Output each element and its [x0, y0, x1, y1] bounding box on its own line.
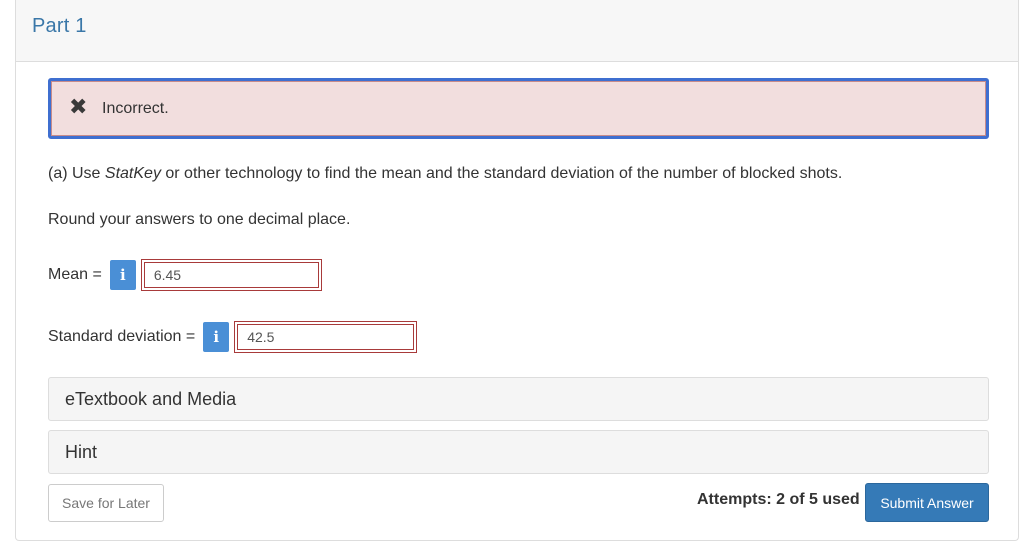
question-suffix: or other technology to find the mean and…: [160, 165, 843, 182]
mean-label: Mean =: [48, 266, 102, 283]
incorrect-alert: ✖ Incorrect.: [48, 78, 989, 139]
mean-field-row: Mean = i: [48, 258, 322, 292]
question-card: Part 1 ✖ Incorrect. (a) Use StatKey or o…: [15, 0, 1019, 541]
sd-input[interactable]: [234, 321, 418, 353]
alert-text: Incorrect.: [102, 100, 169, 117]
info-icon[interactable]: i: [109, 260, 136, 290]
question-prefix: (a) Use: [48, 165, 105, 182]
mean-input[interactable]: [140, 259, 322, 291]
hint-label: Hint: [65, 442, 98, 462]
card-header: Part 1: [16, 0, 1018, 62]
close-icon: ✖: [69, 94, 88, 119]
sd-label: Standard deviation =: [48, 328, 196, 345]
rounding-instruction: Round your answers to one decimal place.: [48, 211, 351, 228]
save-for-later-button[interactable]: Save for Later: [48, 484, 164, 522]
statkey-emphasis: StatKey: [104, 165, 161, 182]
etextbook-media-label: eTextbook and Media: [65, 389, 237, 409]
attempts-counter: Attempts: 2 of 5 used: [697, 491, 860, 508]
submit-answer-button[interactable]: Submit Answer: [865, 483, 989, 522]
etextbook-media-panel[interactable]: eTextbook and Media: [48, 377, 989, 421]
part-title: Part 1: [32, 15, 87, 37]
hint-panel[interactable]: Hint: [48, 430, 989, 474]
info-icon[interactable]: i: [203, 322, 230, 352]
sd-field-row: Standard deviation = i: [48, 320, 418, 354]
question-text: (a) Use StatKey or other technology to f…: [48, 165, 842, 183]
